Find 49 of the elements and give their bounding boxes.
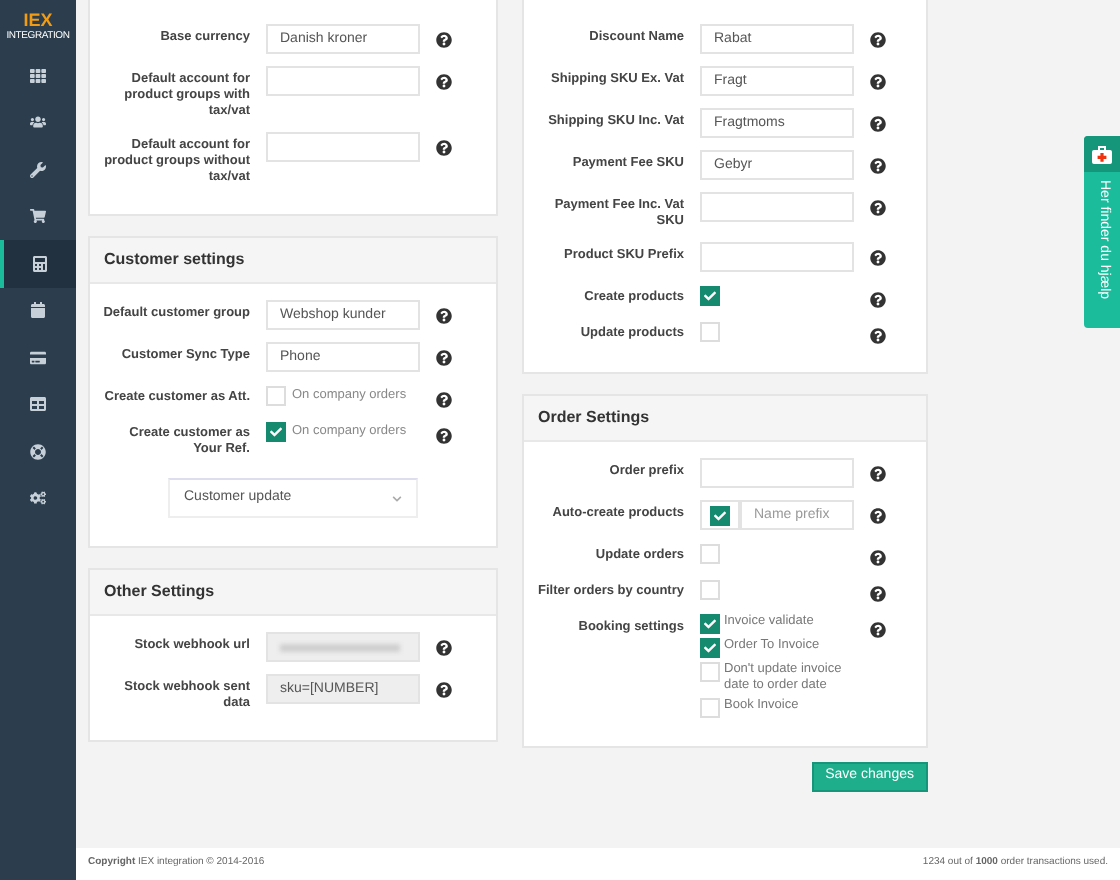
- checkbox[interactable]: [266, 422, 286, 442]
- grid-icon: [30, 67, 46, 84]
- help-icon[interactable]: [870, 250, 886, 266]
- help-icon[interactable]: [870, 586, 886, 602]
- wrench-icon: [30, 161, 46, 178]
- help-icon[interactable]: [870, 622, 886, 638]
- help-icon[interactable]: [436, 350, 452, 366]
- checkbox[interactable]: [700, 286, 720, 306]
- help-icon[interactable]: [870, 466, 886, 482]
- help-icon[interactable]: [436, 32, 452, 48]
- help-icon[interactable]: [870, 328, 886, 344]
- nav-item[interactable]: [0, 240, 76, 287]
- card-header: Other Settings: [90, 570, 496, 616]
- help-icon[interactable]: [436, 308, 452, 324]
- help-icon[interactable]: [870, 292, 886, 308]
- help-icon[interactable]: [436, 74, 452, 90]
- text-field[interactable]: [700, 242, 854, 272]
- checkbox[interactable]: [710, 505, 730, 525]
- help-icon[interactable]: [870, 508, 886, 524]
- help-icon[interactable]: [870, 32, 886, 48]
- help-icon[interactable]: [436, 392, 452, 408]
- help-icon[interactable]: [436, 428, 452, 444]
- text-field[interactable]: [700, 458, 854, 488]
- help-icon[interactable]: [436, 640, 452, 656]
- checkbox[interactable]: [700, 638, 720, 658]
- help-icon[interactable]: [870, 116, 886, 132]
- text-field[interactable]: [266, 132, 420, 162]
- help-icon[interactable]: [870, 550, 886, 566]
- text-field[interactable]: [266, 66, 420, 96]
- checkbox[interactable]: [700, 614, 720, 634]
- help-icon[interactable]: [436, 682, 452, 698]
- help-icon[interactable]: [870, 74, 886, 90]
- users-icon: [30, 114, 46, 131]
- lifebuoy-icon: [30, 443, 46, 460]
- table-icon: [30, 396, 46, 413]
- text-field[interactable]: [700, 192, 854, 222]
- first-aid-kit-icon: [1092, 145, 1112, 163]
- help-icon[interactable]: [870, 158, 886, 174]
- card-header: Customer settings: [90, 238, 496, 284]
- cogs-icon: [30, 490, 46, 507]
- blurred-field[interactable]: [266, 632, 420, 662]
- calculator-icon: [32, 255, 48, 272]
- credit-card-icon: [30, 349, 46, 366]
- card-header: Order Settings: [524, 396, 926, 442]
- chevron-down-icon: [392, 493, 402, 503]
- help-icon[interactable]: [870, 200, 886, 216]
- calendar-icon: [30, 302, 46, 319]
- cart-icon: [30, 208, 46, 225]
- help-icon[interactable]: [436, 140, 452, 156]
